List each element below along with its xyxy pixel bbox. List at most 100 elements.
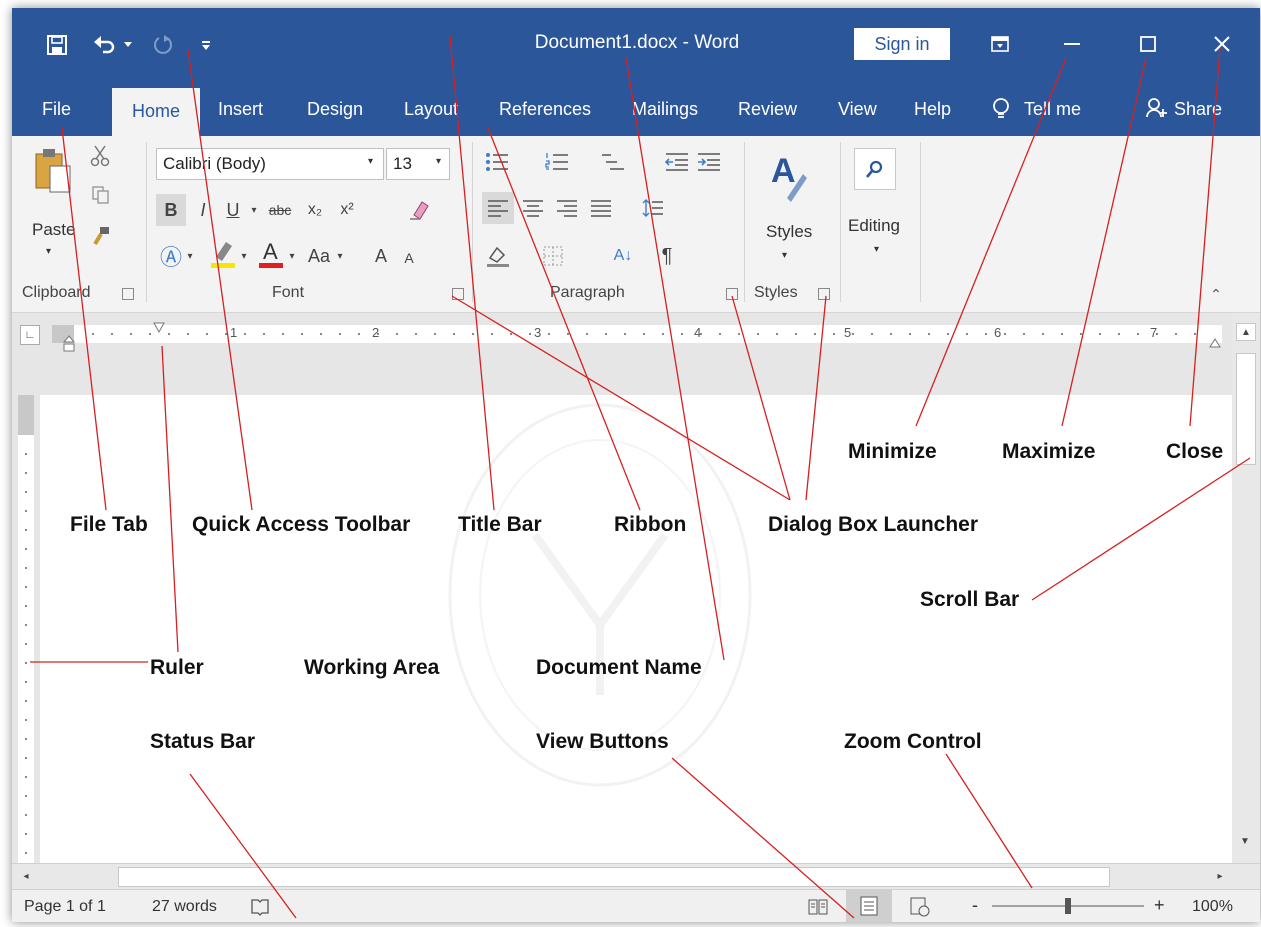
undo-dropdown-icon[interactable]	[122, 30, 134, 60]
zoom-slider[interactable]	[988, 890, 1148, 922]
clipboard-dialog-launcher[interactable]	[122, 288, 134, 300]
zoom-out-button[interactable]: -	[972, 895, 978, 916]
clear-formatting-icon[interactable]	[404, 194, 434, 226]
font-dialog-launcher[interactable]	[452, 288, 464, 300]
italic-button[interactable]: I	[190, 194, 216, 226]
tab-review[interactable]: Review	[738, 94, 797, 124]
decrease-indent-icon[interactable]	[662, 148, 692, 176]
styles-dropdown-icon[interactable]: ▾	[782, 250, 787, 261]
format-painter-icon[interactable]	[90, 224, 112, 248]
align-center-icon[interactable]	[518, 192, 548, 224]
tab-layout[interactable]: Layout	[404, 94, 458, 124]
increase-indent-icon[interactable]	[694, 148, 724, 176]
font-size-dropdown-icon[interactable]: ▾	[436, 156, 441, 167]
change-case-dropdown-icon[interactable]: ▾	[334, 240, 346, 272]
paste-button[interactable]: Paste	[32, 220, 75, 240]
highlight-dropdown-icon[interactable]: ▾	[238, 240, 250, 272]
print-layout-icon[interactable]	[846, 890, 892, 922]
sign-in-button[interactable]: Sign in	[854, 28, 950, 60]
font-color-icon[interactable]: A	[256, 236, 286, 272]
tell-me-box[interactable]: Tell me	[1024, 94, 1081, 124]
multilevel-list-icon[interactable]	[598, 148, 628, 176]
align-right-icon[interactable]	[552, 192, 582, 224]
vertical-scrollbar[interactable]: ▲ ▼	[1232, 313, 1260, 863]
close-icon[interactable]	[1202, 26, 1242, 62]
subscript-button[interactable]: x₂	[300, 194, 330, 226]
tab-file[interactable]: File	[42, 94, 71, 124]
share-button[interactable]: Share	[1174, 94, 1222, 124]
shading-icon[interactable]	[482, 240, 514, 272]
proofing-icon[interactable]	[248, 896, 272, 918]
scroll-right-icon[interactable]: ▸	[1212, 868, 1228, 884]
tab-view[interactable]: View	[838, 94, 877, 124]
editing-dropdown-icon[interactable]: ▾	[874, 244, 879, 255]
line-spacing-icon[interactable]	[638, 192, 668, 224]
undo-icon[interactable]	[90, 30, 120, 60]
numbering-icon[interactable]	[542, 148, 572, 176]
highlight-icon[interactable]	[208, 236, 238, 272]
sort-button[interactable]: A↓	[608, 240, 638, 272]
word-count[interactable]: 27 words	[152, 898, 217, 916]
font-name-box[interactable]: Calibri (Body)	[156, 148, 384, 180]
superscript-button[interactable]: x²	[332, 194, 362, 226]
ribbon-display-icon[interactable]	[980, 26, 1020, 62]
horizontal-scroll-thumb[interactable]	[118, 867, 1110, 887]
zoom-level[interactable]: 100%	[1192, 898, 1233, 916]
tab-design[interactable]: Design	[307, 94, 363, 124]
tab-references[interactable]: References	[499, 94, 591, 124]
font-name-dropdown-icon[interactable]: ▾	[368, 156, 373, 167]
strikethrough-button[interactable]: abc	[262, 194, 298, 226]
vertical-scroll-thumb[interactable]	[1236, 353, 1256, 465]
justify-icon[interactable]	[586, 192, 616, 224]
customize-qat-icon[interactable]	[198, 30, 214, 60]
styles-button[interactable]: Styles	[766, 222, 812, 242]
collapse-ribbon-icon[interactable]: ⌃	[1206, 284, 1226, 304]
vertical-ruler[interactable]	[18, 395, 34, 863]
first-line-indent-marker-icon[interactable]	[152, 321, 166, 335]
copy-icon[interactable]	[90, 184, 112, 206]
scroll-down-icon[interactable]: ▼	[1236, 833, 1254, 849]
find-icon[interactable]	[854, 148, 896, 190]
tab-selector-icon[interactable]: ∟	[20, 325, 40, 345]
right-indent-marker-icon[interactable]	[1208, 333, 1222, 353]
tab-home[interactable]: Home	[112, 88, 200, 136]
tab-help[interactable]: Help	[914, 94, 951, 124]
align-left-icon[interactable]	[482, 192, 514, 224]
page-count[interactable]: Page 1 of 1	[24, 898, 106, 916]
zoom-in-button[interactable]: +	[1154, 895, 1165, 916]
tab-mailings[interactable]: Mailings	[632, 94, 698, 124]
text-effects-icon[interactable]: Ⓐ	[158, 240, 184, 272]
paste-dropdown-icon[interactable]: ▾	[46, 246, 51, 257]
web-layout-icon[interactable]	[906, 894, 934, 920]
read-mode-icon[interactable]	[804, 894, 832, 920]
paragraph-dialog-launcher[interactable]	[726, 288, 738, 300]
font-color-dropdown-icon[interactable]: ▾	[286, 240, 298, 272]
editing-button[interactable]: Editing	[848, 216, 900, 236]
cut-icon[interactable]	[88, 144, 112, 168]
bullets-icon[interactable]	[482, 148, 512, 176]
show-formatting-button[interactable]: ¶	[652, 240, 682, 272]
tab-insert[interactable]: Insert	[218, 94, 263, 124]
grow-font-button[interactable]: A	[368, 240, 394, 272]
underline-button[interactable]: U	[220, 194, 246, 226]
scroll-up-icon[interactable]: ▲	[1236, 323, 1256, 341]
shrink-font-button[interactable]: A	[398, 244, 420, 272]
horizontal-ruler[interactable]: ∟ 1 2 3 4 5 6 7	[12, 313, 1232, 353]
horizontal-scrollbar[interactable]: ◂ ▸	[12, 863, 1260, 890]
borders-icon[interactable]	[538, 240, 568, 272]
minimize-icon[interactable]	[1052, 26, 1092, 62]
left-indent-marker-icon[interactable]	[62, 333, 76, 353]
styles-icon[interactable]: A	[766, 146, 812, 206]
scroll-left-icon[interactable]: ◂	[18, 868, 34, 884]
redo-icon[interactable]	[148, 30, 178, 60]
save-icon[interactable]	[42, 30, 72, 60]
change-case-button[interactable]: Aa	[302, 240, 336, 272]
bold-button[interactable]: B	[156, 194, 186, 226]
maximize-icon[interactable]	[1128, 26, 1168, 62]
styles-dialog-launcher[interactable]	[818, 288, 830, 300]
paste-icon[interactable]	[30, 142, 76, 214]
text-effects-dropdown-icon[interactable]: ▾	[184, 240, 196, 272]
underline-dropdown-icon[interactable]: ▾	[248, 194, 260, 226]
lightbulb-icon[interactable]	[992, 94, 1018, 124]
share-icon[interactable]	[1146, 94, 1172, 124]
